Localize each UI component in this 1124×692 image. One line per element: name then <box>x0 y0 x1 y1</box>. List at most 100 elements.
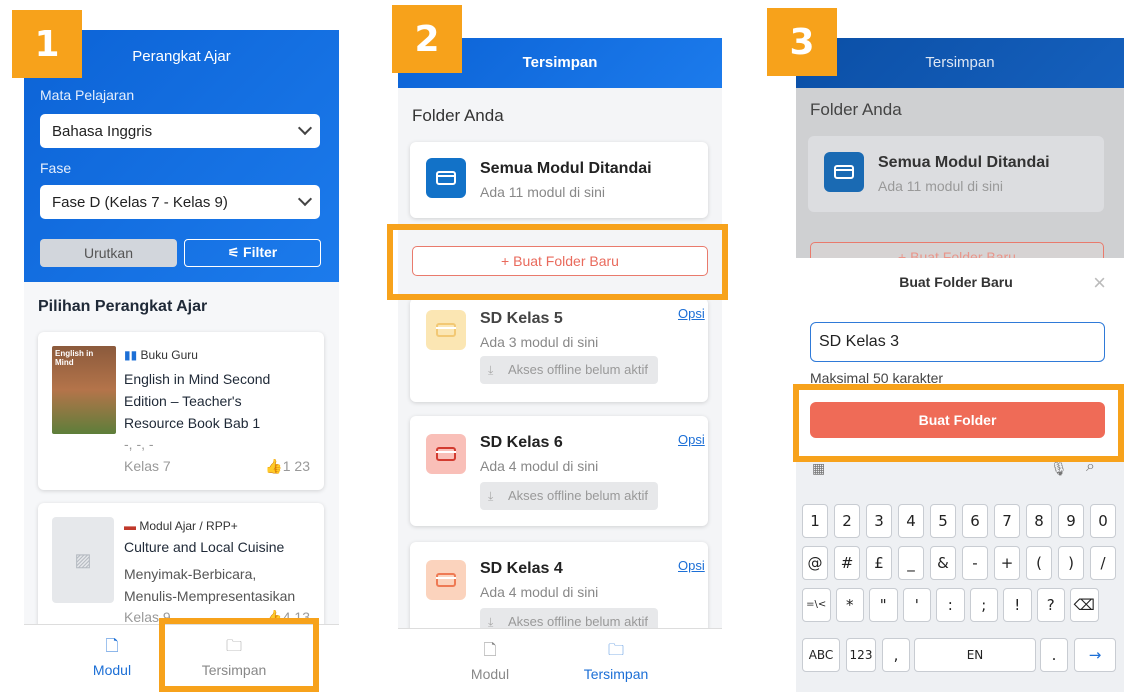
keyboard-key[interactable]: £ <box>866 546 892 580</box>
subject-value: Bahasa Inggris <box>52 122 153 140</box>
card-type: ▮▮ Buku Guru <box>124 348 198 362</box>
nav-tersimpan[interactable]: 🗀 Tersimpan <box>556 639 676 682</box>
card-title: Culture and Local Cuisine <box>124 539 285 555</box>
cover-title: English in Mind <box>55 349 94 367</box>
keyboard-key[interactable]: _ <box>898 546 924 580</box>
sort-button[interactable]: Urutkan <box>40 239 177 267</box>
keyboard-key[interactable]: / <box>1090 546 1116 580</box>
keyboard-key[interactable]: ? <box>1036 588 1065 622</box>
folder-count: Ada 4 modul di sini <box>480 458 599 474</box>
keyboard-key[interactable]: 2 <box>834 504 860 538</box>
folder-icon: 🗀 <box>607 642 624 659</box>
phase-value: Fase D (Kelas 7 - Kelas 9) <box>52 193 228 211</box>
offline-status: Akses offline belum aktif <box>480 482 658 510</box>
folder-card[interactable]: SD Kelas 6 Opsi Ada 4 modul di sini Akse… <box>410 416 708 526</box>
keyboard-key[interactable]: * <box>835 588 864 622</box>
step-badge: 1 <box>12 10 82 78</box>
keyboard-key[interactable]: @ <box>802 546 828 580</box>
keyboard-key[interactable]: 4 <box>898 504 924 538</box>
folder-card[interactable]: SD Kelas 5 Opsi Ada 3 modul di sini Akse… <box>410 298 708 402</box>
section-title: Folder Anda <box>412 106 504 125</box>
keyboard-key[interactable]: & <box>930 546 956 580</box>
filter-button[interactable]: ⚟ Filter <box>184 239 321 267</box>
folder-count: Ada 11 modul di sini <box>480 184 606 200</box>
chevron-down-icon <box>297 191 313 207</box>
keyboard-key[interactable]: 9 <box>1058 504 1084 538</box>
keyboard-key[interactable]: , <box>882 638 910 672</box>
panel-perangkat-ajar: Perangkat Ajar Mata Pelajaran Bahasa Ing… <box>0 0 340 692</box>
book-cover: English in Mind <box>52 346 116 434</box>
phase-label: Fase <box>40 160 72 176</box>
like-icon: 👍 <box>265 458 283 474</box>
panel-tersimpan: Tersimpan Folder Anda Semua Modul Ditand… <box>398 0 722 692</box>
keyboard-key[interactable]: 123 <box>846 638 876 672</box>
folder-name-input[interactable]: SD Kelas 3 <box>810 322 1105 362</box>
keyboard-key[interactable]: ABC <box>802 638 840 672</box>
keyboard-key[interactable]: 1 <box>802 504 828 538</box>
nav-modul[interactable]: 🗋 Modul <box>430 639 550 682</box>
keyboard-key[interactable]: 5 <box>930 504 956 538</box>
keyboard-key[interactable]: " <box>869 588 898 622</box>
page-header: Tersimpan <box>796 38 1124 88</box>
keyboard-key[interactable]: 8 <box>1026 504 1052 538</box>
keyboard-key[interactable]: =\< <box>802 588 831 622</box>
bottom-nav: 🗋 Modul 🗀 Tersimpan <box>398 628 722 692</box>
keyboard-key[interactable]: - <box>962 546 988 580</box>
keyboard-key[interactable]: . <box>1040 638 1068 672</box>
keyboard-key[interactable]: : <box>936 588 965 622</box>
options-link[interactable]: Opsi <box>678 306 705 321</box>
filter-icon: ⚟ <box>227 245 244 260</box>
card-meta: -, -, - <box>124 436 154 452</box>
list-item[interactable]: English in Mind ▮▮ Buku Guru English in … <box>38 332 324 490</box>
section-title: Folder Anda <box>810 100 902 119</box>
keyboard-key[interactable]: 7 <box>994 504 1020 538</box>
keyboard-grid-icon[interactable]: ▦ <box>812 460 825 477</box>
keyboard-key[interactable]: ; <box>969 588 998 622</box>
folder-count: Ada 4 modul di sini <box>480 584 599 600</box>
keyboard-key[interactable]: ! <box>1003 588 1032 622</box>
highlight-box <box>387 224 728 300</box>
keyboard-key[interactable]: ' <box>902 588 931 622</box>
keyboard-key[interactable]: ( <box>1026 546 1052 580</box>
subject-select[interactable]: Bahasa Inggris <box>40 114 320 148</box>
highlight-box <box>159 618 319 692</box>
section-title: Pilihan Perangkat Ajar <box>38 298 208 315</box>
step-badge: 3 <box>767 8 837 76</box>
document-icon: 🗋 <box>105 638 119 655</box>
panel-create-folder: Tersimpan Folder Anda Semua Modul Ditand… <box>796 0 1124 692</box>
keyboard-key[interactable]: → <box>1074 638 1116 672</box>
filter-label: Filter <box>243 244 278 260</box>
subject-label: Mata Pelajaran <box>40 87 135 103</box>
keyboard-key[interactable]: + <box>994 546 1020 580</box>
options-link[interactable]: Opsi <box>678 432 705 447</box>
keyboard-key[interactable]: 0 <box>1090 504 1116 538</box>
folder-icon <box>824 152 864 192</box>
options-link[interactable]: Opsi <box>678 558 705 573</box>
step-badge: 2 <box>392 5 462 73</box>
keyboard-key[interactable]: 3 <box>866 504 892 538</box>
offline-status: Akses offline belum aktif <box>480 356 658 384</box>
keyboard-key[interactable]: # <box>834 546 860 580</box>
card-title: English in Mind Second Edition – Teacher… <box>124 371 271 431</box>
folder-name: Semua Modul Ditandai <box>480 160 652 177</box>
folder-icon <box>426 158 466 198</box>
phase-select[interactable]: Fase D (Kelas 7 - Kelas 9) <box>40 185 320 219</box>
image-placeholder-icon: ▨ <box>52 517 114 603</box>
folder-icon <box>426 434 466 474</box>
keyboard-key[interactable]: 6 <box>962 504 988 538</box>
folder-name: Semua Modul Ditandai <box>878 154 1050 171</box>
module-icon: ▬ <box>124 519 140 533</box>
keyboard-key[interactable]: ⌫ <box>1070 588 1099 622</box>
card-grade: Kelas 7 <box>124 458 171 474</box>
folder-count: Ada 11 modul di sini <box>878 178 1004 194</box>
book-icon: ▮▮ <box>124 348 141 362</box>
card-type: ▬ Modul Ajar / RPP+ <box>124 519 238 533</box>
highlight-box <box>793 384 1124 462</box>
close-icon[interactable]: × <box>1093 270 1106 296</box>
folder-card[interactable]: Semua Modul Ditandai Ada 11 modul di sin… <box>410 142 708 218</box>
document-icon: 🗋 <box>483 642 497 659</box>
nav-modul[interactable]: 🗋 Modul <box>52 635 172 678</box>
keyboard-key[interactable]: ) <box>1058 546 1084 580</box>
keyboard-key[interactable]: EN <box>914 638 1036 672</box>
microphone-icon[interactable]: 🎙 <box>1050 460 1068 477</box>
